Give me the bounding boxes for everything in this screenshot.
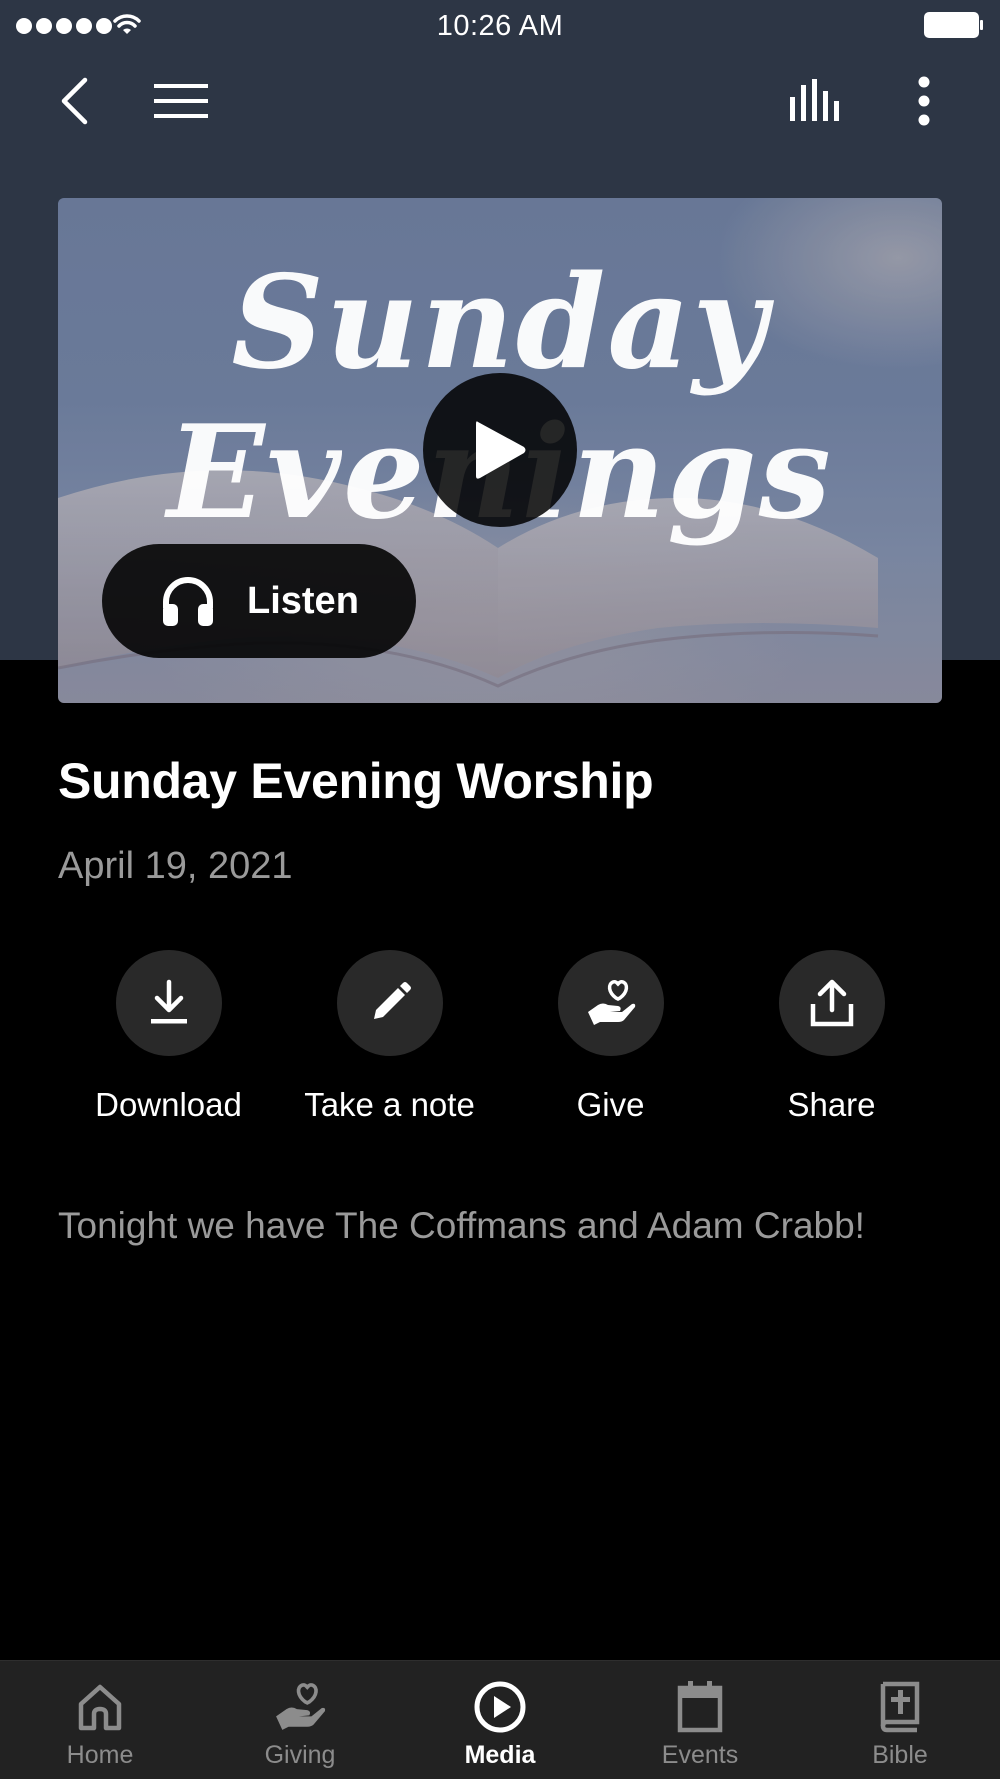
tab-giving-label: Giving	[264, 1741, 336, 1769]
give-circle[interactable]	[558, 950, 664, 1056]
tab-bible-label: Bible	[872, 1741, 928, 1769]
battery-icon	[924, 12, 983, 38]
chevron-left-icon	[61, 77, 88, 125]
tab-media[interactable]: Media	[400, 1661, 600, 1779]
give-label: Give	[576, 1086, 645, 1123]
share-label: Share	[787, 1086, 876, 1123]
vertical-dots-icon	[918, 76, 930, 126]
download-label: Download	[95, 1086, 242, 1123]
action-row: Download Take a note Give Share	[58, 950, 942, 1130]
tab-bible[interactable]: Bible	[800, 1661, 1000, 1779]
listen-button[interactable]: Listen	[102, 544, 416, 658]
take-note-circle[interactable]	[337, 950, 443, 1056]
tab-events-label: Events	[661, 1741, 739, 1769]
take-note-label: Take a note	[304, 1086, 475, 1123]
back-button[interactable]	[52, 70, 96, 132]
download-icon	[151, 979, 187, 1024]
giving-hand-icon	[588, 980, 636, 1025]
play-icon	[476, 421, 526, 479]
status-time: 10:26 AM	[436, 10, 564, 42]
play-circle-icon	[470, 1677, 530, 1737]
pencil-icon	[374, 982, 411, 1019]
media-description: Tonight we have The Coffmans and Adam Cr…	[58, 1205, 865, 1246]
calendar-icon	[670, 1677, 730, 1737]
play-button[interactable]	[423, 373, 577, 527]
share-circle[interactable]	[779, 950, 885, 1056]
bible-icon	[870, 1677, 930, 1737]
headphones-icon	[163, 577, 213, 626]
menu-button[interactable]	[150, 76, 212, 126]
download-circle[interactable]	[116, 950, 222, 1056]
tab-bar: Home Giving Media Events Bible	[0, 1660, 1000, 1779]
media-title: Sunday Evening Worship	[58, 753, 654, 809]
sermon-artwork[interactable]: Sunday Evenings Listen	[58, 198, 942, 703]
giving-hand-icon	[270, 1677, 330, 1737]
tab-giving[interactable]: Giving	[200, 1661, 400, 1779]
hamburger-icon	[154, 84, 208, 118]
tab-home-label: Home	[66, 1741, 134, 1769]
equalizer-icon	[790, 79, 839, 121]
tab-media-label: Media	[464, 1741, 536, 1769]
home-icon	[70, 1677, 130, 1737]
audio-button[interactable]	[786, 74, 846, 128]
tab-events[interactable]: Events	[600, 1661, 800, 1779]
listen-label: Listen	[247, 580, 359, 622]
more-options-button[interactable]	[906, 70, 942, 132]
media-date: April 19, 2021	[58, 845, 293, 887]
tab-home[interactable]: Home	[0, 1661, 200, 1779]
share-icon	[810, 979, 854, 1027]
status-bar: 10:26 AM	[0, 0, 1000, 50]
